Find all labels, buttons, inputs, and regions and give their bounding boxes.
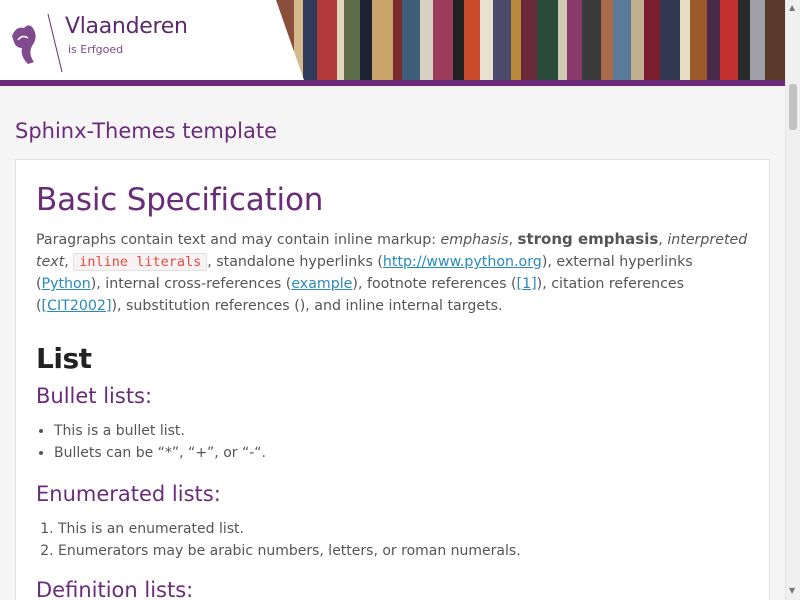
link-python[interactable]: Python xyxy=(42,276,91,292)
books-banner-image xyxy=(276,0,785,80)
flemish-lion-icon[interactable] xyxy=(6,12,66,74)
list-item: Bullets can be “*”, “+”, or “-“. xyxy=(54,442,266,464)
bullet-lists-heading: Bullet lists: xyxy=(36,384,153,408)
para-text: , xyxy=(658,232,668,248)
arrow-up-icon[interactable]: ▲ xyxy=(789,3,795,12)
document-heading: Basic Specification xyxy=(36,182,324,218)
link-example[interactable]: example xyxy=(291,276,352,292)
para-text: ), internal cross-references ( xyxy=(90,276,292,292)
para-text: , xyxy=(64,254,74,270)
para-text: Paragraphs contain text and may contain … xyxy=(36,232,441,248)
para-text: , standalone hyperlinks ( xyxy=(207,254,383,270)
bullet-list: This is a bullet list. Bullets can be “*… xyxy=(54,420,266,464)
enumerated-list: This is an enumerated list. Enumerators … xyxy=(58,518,521,562)
books-image xyxy=(276,0,785,80)
list-item: This is a bullet list. xyxy=(54,420,266,442)
link-footnote[interactable]: [1] xyxy=(517,276,537,292)
intro-paragraph: Paragraphs contain text and may contain … xyxy=(36,228,752,317)
page-title: Sphinx-Themes template xyxy=(15,119,278,143)
header-accent-bar xyxy=(0,80,785,86)
list-heading: List xyxy=(36,342,92,375)
list-item: This is an enumerated list. xyxy=(58,518,521,540)
logo-name[interactable]: Vlaanderen xyxy=(65,14,188,39)
para-text: ), substitution references (), and inlin… xyxy=(111,298,503,314)
vertical-scrollbar[interactable]: ▲ ▼ xyxy=(785,0,800,600)
strong-text: strong emphasis xyxy=(517,230,659,248)
arrow-down-icon[interactable]: ▼ xyxy=(789,586,795,595)
emphasis-text: emphasis xyxy=(440,232,509,248)
inline-literal: inline literals xyxy=(73,253,208,271)
link-citation[interactable]: [CIT2002] xyxy=(42,298,112,314)
list-item: Enumerators may be arabic numbers, lette… xyxy=(58,540,521,562)
link-python-org[interactable]: http://www.python.org xyxy=(383,254,542,270)
site-header: Vlaanderen is Erfgoed xyxy=(0,0,785,86)
enumerated-lists-heading: Enumerated lists: xyxy=(36,482,221,506)
logo-tagline: is Erfgoed xyxy=(68,43,124,56)
para-text: ), footnote references ( xyxy=(352,276,517,292)
content-card: Basic Specification Paragraphs contain t… xyxy=(15,159,770,600)
para-text: , xyxy=(508,232,518,248)
definition-lists-heading: Definition lists: xyxy=(36,578,194,600)
scrollbar-thumb[interactable] xyxy=(789,84,797,130)
